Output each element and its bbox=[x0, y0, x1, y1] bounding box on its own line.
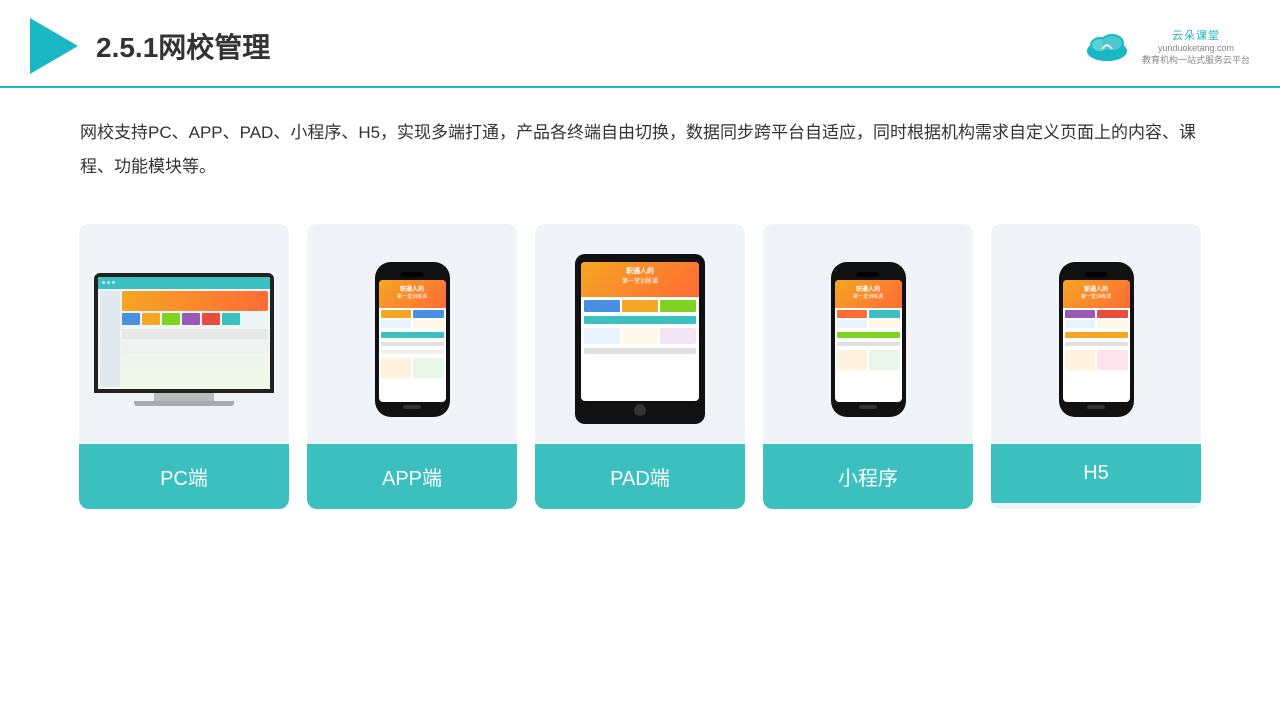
brand-logo: 云朵课堂 yunduoketang.com 教育机构一站式服务云平台 bbox=[1142, 27, 1250, 66]
card-h5: 职通人的 第一堂训练课 bbox=[991, 224, 1201, 509]
card-h5-image: 职通人的 第一堂训练课 bbox=[991, 224, 1201, 444]
card-app-image: 职通人的 第一堂训练课 bbox=[307, 224, 517, 444]
card-pad: 职通人的 第一堂训练课 bbox=[535, 224, 745, 509]
card-pc: PC端 bbox=[79, 224, 289, 509]
h5-phone-mockup: 职通人的 第一堂训练课 bbox=[1059, 262, 1134, 417]
header-right: 云朵课堂 yunduoketang.com 教育机构一站式服务云平台 bbox=[1082, 27, 1250, 66]
brand-cloud-icon bbox=[1082, 29, 1132, 63]
card-pc-label: PC端 bbox=[79, 444, 289, 509]
header-left: 2.5.1网校管理 bbox=[30, 18, 270, 74]
pc-mockup bbox=[94, 273, 274, 406]
card-pc-image bbox=[79, 224, 289, 444]
app-phone-mockup: 职通人的 第一堂训练课 bbox=[375, 262, 450, 417]
brand-name: 云朵课堂 bbox=[1172, 27, 1220, 43]
brand-domain: yunduoketang.com bbox=[1158, 43, 1234, 53]
card-miniprogram-image: 职通人的 第一堂训练课 bbox=[763, 224, 973, 444]
card-pad-image: 职通人的 第一堂训练课 bbox=[535, 224, 745, 444]
card-h5-label: H5 bbox=[991, 444, 1201, 503]
card-miniprogram: 职通人的 第一堂训练课 bbox=[763, 224, 973, 509]
card-miniprogram-label: 小程序 bbox=[763, 444, 973, 509]
logo-triangle-icon bbox=[30, 18, 78, 74]
description-paragraph: 网校支持PC、APP、PAD、小程序、H5，实现多端打通，产品各终端自由切换，数… bbox=[80, 116, 1200, 184]
brand-tagline: 教育机构一站式服务云平台 bbox=[1142, 53, 1250, 66]
card-app: 职通人的 第一堂训练课 bbox=[307, 224, 517, 509]
platform-cards-container: PC端 职通人的 第一堂训练课 bbox=[0, 204, 1280, 539]
pad-tablet-mockup: 职通人的 第一堂训练课 bbox=[575, 254, 705, 424]
card-app-label: APP端 bbox=[307, 444, 517, 509]
miniprogram-phone-mockup: 职通人的 第一堂训练课 bbox=[831, 262, 906, 417]
page-header: 2.5.1网校管理 云朵课堂 yunduoketang.com 教育机构一站式服… bbox=[0, 0, 1280, 88]
description-text: 网校支持PC、APP、PAD、小程序、H5，实现多端打通，产品各终端自由切换，数… bbox=[0, 88, 1280, 194]
page-title: 2.5.1网校管理 bbox=[96, 26, 270, 66]
card-pad-label: PAD端 bbox=[535, 444, 745, 509]
